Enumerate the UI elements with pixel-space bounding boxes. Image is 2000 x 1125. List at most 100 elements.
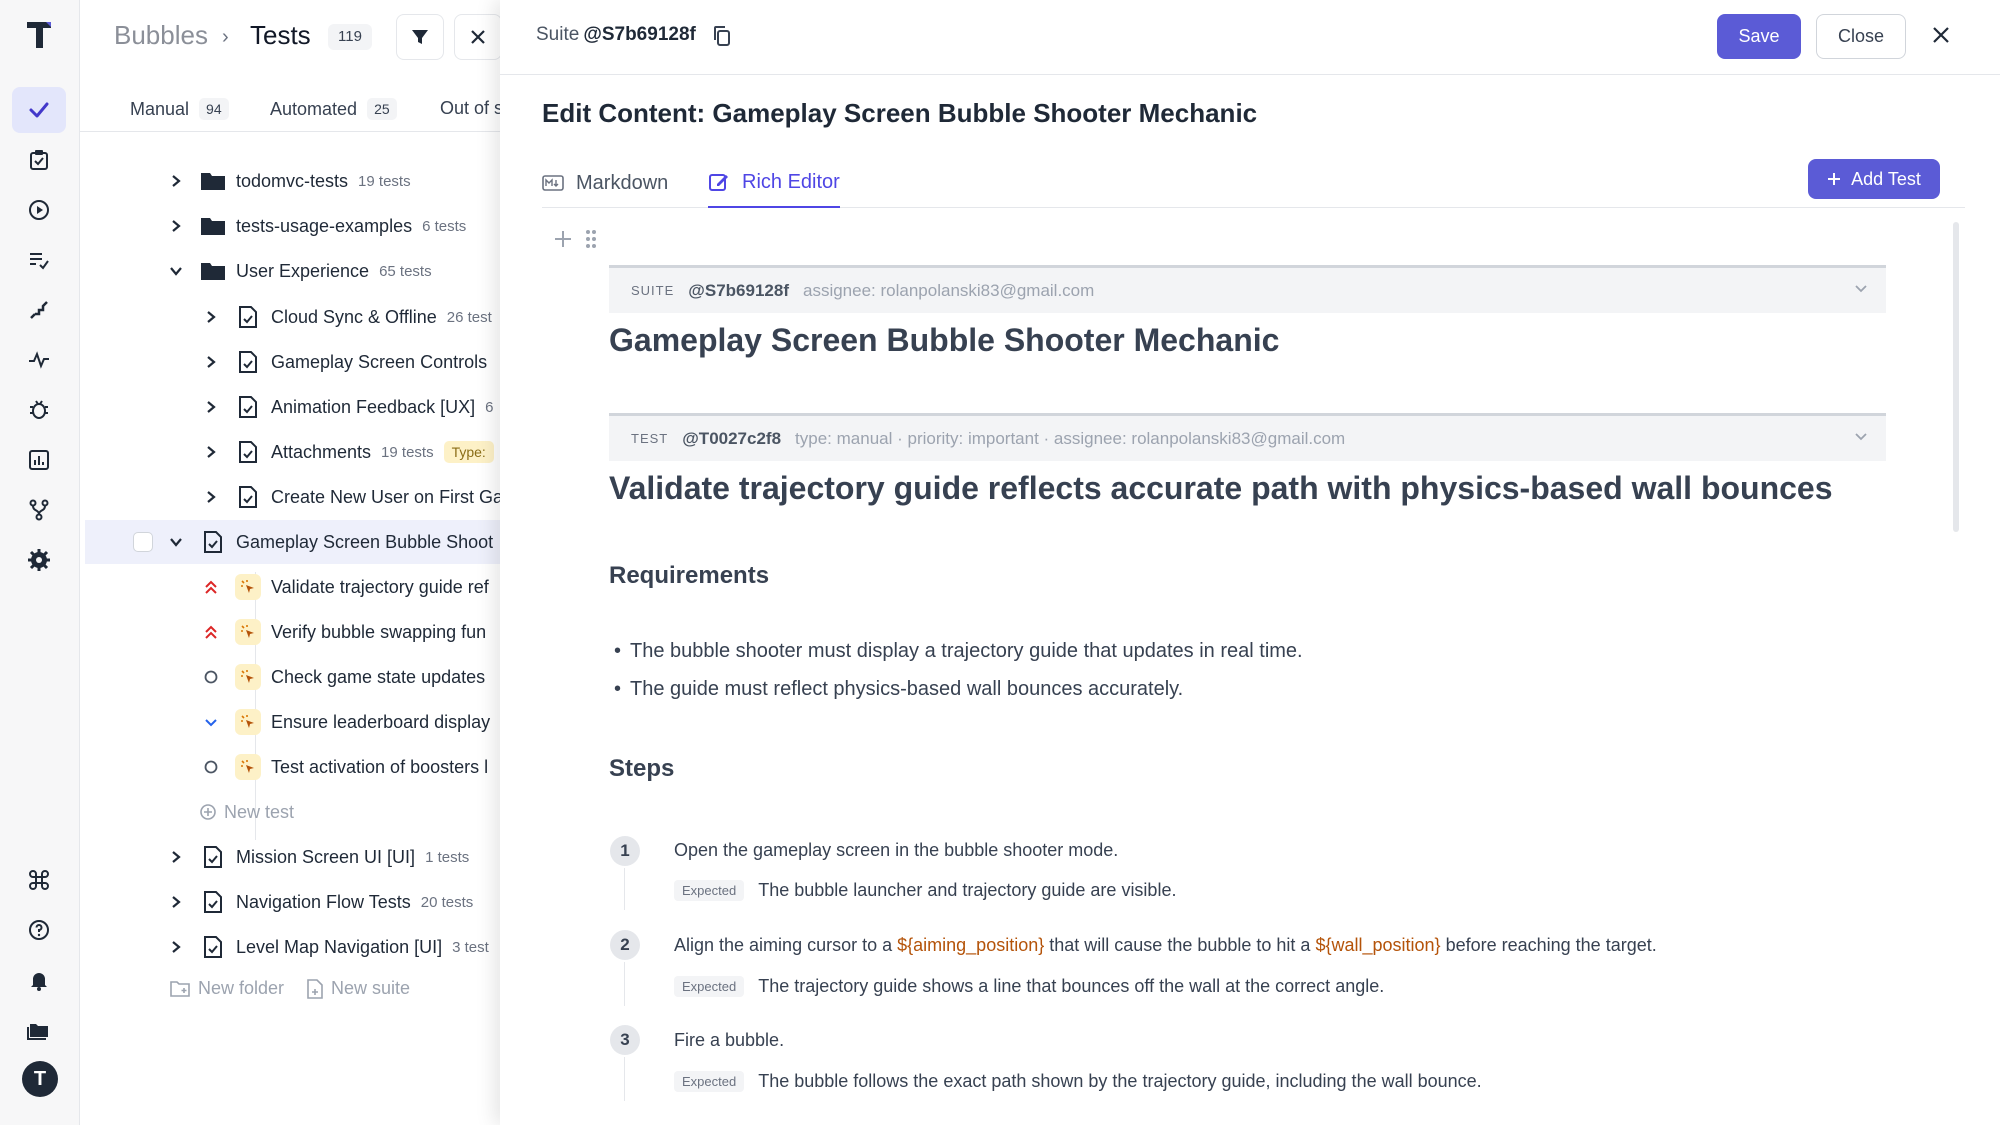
- variable-token[interactable]: ${aiming_position}: [897, 935, 1044, 955]
- step-text[interactable]: Align the aiming cursor to a ${aiming_po…: [674, 935, 1657, 956]
- tests-nav-check-icon[interactable]: [12, 87, 66, 133]
- suite-heading[interactable]: Gameplay Screen Bubble Shooter Mechanic: [609, 322, 1279, 359]
- steps-icon[interactable]: [12, 287, 66, 333]
- tree-folder-row[interactable]: User Experience 65 tests: [80, 249, 500, 293]
- requirements-heading[interactable]: Requirements: [609, 562, 769, 590]
- tab-rich-editor[interactable]: Rich Editor: [708, 164, 840, 208]
- chevron-down-icon[interactable]: [166, 261, 186, 281]
- editor-title: Edit Content: Gameplay Screen Bubble Sho…: [542, 98, 1258, 128]
- expected-result[interactable]: Expected The bubble launcher and traject…: [674, 880, 1176, 901]
- tree-suite-row[interactable]: Gameplay Screen Controls: [80, 340, 500, 384]
- tab-markdown-label: Markdown: [576, 171, 669, 194]
- list-check-icon[interactable]: [12, 237, 66, 283]
- new-test-button[interactable]: New test: [80, 790, 500, 834]
- expected-tag: Expected: [674, 1071, 745, 1092]
- tree-test-row[interactable]: Ensure leaderboard display: [80, 700, 500, 744]
- tree-suite-row[interactable]: Navigation Flow Tests 20 tests: [80, 880, 500, 924]
- suite-file-icon: [235, 484, 261, 510]
- add-block-icon[interactable]: [552, 228, 574, 250]
- testomat-logo[interactable]: [24, 18, 56, 50]
- chevron-right-icon[interactable]: [166, 216, 186, 236]
- editor-scrollbar[interactable]: [1953, 222, 1959, 532]
- tree-test-row[interactable]: Check game state updates: [80, 655, 500, 699]
- bell-icon[interactable]: [12, 957, 66, 1003]
- steps-heading[interactable]: Steps: [609, 755, 674, 783]
- tree-item-count: 26 test: [446, 308, 492, 326]
- requirement-item[interactable]: The bubble shooter must display a trajec…: [614, 640, 1303, 663]
- clear-filter-button[interactable]: [454, 14, 500, 60]
- pulse-icon[interactable]: [12, 337, 66, 383]
- gear-icon[interactable]: [12, 537, 66, 583]
- close-icon[interactable]: [1930, 24, 1952, 46]
- chevron-right-icon[interactable]: [166, 892, 186, 912]
- tab-automated[interactable]: Automated 25: [270, 98, 397, 120]
- tab-markdown[interactable]: Markdown: [542, 164, 668, 202]
- chevron-down-icon[interactable]: [1854, 284, 1868, 294]
- add-test-button[interactable]: Add Test: [1808, 159, 1940, 199]
- manual-test-icon: [235, 754, 261, 780]
- bug-icon[interactable]: [12, 387, 66, 433]
- folders-icon[interactable]: [12, 1007, 66, 1053]
- chevron-right-icon[interactable]: [201, 442, 221, 462]
- close-button[interactable]: Close: [1816, 14, 1906, 59]
- suite-meta-info: assignee: rolanpolanski83@gmail.com: [803, 280, 1095, 300]
- new-folder-button[interactable]: New folder: [170, 978, 284, 999]
- tree-suite-row[interactable]: Cloud Sync & Offline 26 test: [80, 295, 500, 339]
- chevron-right-icon[interactable]: [166, 937, 186, 957]
- play-circle-icon[interactable]: [12, 187, 66, 233]
- expected-result[interactable]: Expected The trajectory guide shows a li…: [674, 976, 1384, 997]
- help-icon[interactable]: [12, 907, 66, 953]
- tree-suite-row[interactable]: Animation Feedback [UX] 6: [80, 385, 500, 429]
- tree-suite-row-selected[interactable]: Gameplay Screen Bubble Shoot: [85, 520, 500, 564]
- breadcrumb-project[interactable]: Bubbles: [114, 20, 208, 51]
- tree-folder-row[interactable]: todomvc-tests 19 tests: [80, 159, 500, 203]
- avatar[interactable]: T: [22, 1061, 58, 1097]
- drag-handle-icon[interactable]: [584, 228, 598, 250]
- tree-suite-row[interactable]: Level Map Navigation [UI] 3 test: [80, 925, 500, 969]
- tree-item-label: User Experience: [236, 260, 370, 281]
- tree-item-label: Attachments: [271, 441, 372, 462]
- new-test-label: New test: [224, 801, 295, 822]
- suite-file-icon: [235, 439, 261, 465]
- step-connector: [624, 962, 625, 1006]
- step-text[interactable]: Fire a bubble.: [674, 1030, 784, 1051]
- filter-button[interactable]: [396, 14, 444, 60]
- expected-result[interactable]: Expected The bubble follows the exact pa…: [674, 1071, 1482, 1092]
- chevron-right-icon[interactable]: [201, 352, 221, 372]
- tree-folder-row[interactable]: tests-usage-examples 6 tests: [80, 204, 500, 248]
- command-icon[interactable]: [12, 857, 66, 903]
- test-heading[interactable]: Validate trajectory guide reflects accur…: [609, 470, 1833, 507]
- icon-rail: T: [0, 0, 80, 1125]
- test-meta-bar[interactable]: TEST @T0027c2f8 type: manual · priority:…: [609, 413, 1886, 461]
- suite-meta-bar[interactable]: SUITE @S7b69128f assignee: rolanpolanski…: [609, 265, 1886, 313]
- copy-icon[interactable]: [712, 25, 732, 47]
- tree-suite-row[interactable]: Mission Screen UI [UI] 1 tests: [80, 835, 500, 879]
- clipboard-check-icon[interactable]: [12, 137, 66, 183]
- chevron-right-icon[interactable]: [166, 847, 186, 867]
- tree-suite-row[interactable]: Create New User on First Ga: [80, 475, 500, 519]
- manual-test-icon: [235, 619, 261, 645]
- variable-token[interactable]: ${wall_position}: [1315, 935, 1440, 955]
- tree-test-row[interactable]: Test activation of boosters l: [80, 745, 500, 789]
- save-button[interactable]: Save: [1717, 14, 1801, 59]
- tab-out-of-sync[interactable]: Out of s: [440, 98, 500, 119]
- step-text[interactable]: Open the gameplay screen in the bubble s…: [674, 840, 1118, 861]
- tree-suite-row[interactable]: Attachments 19 tests Type:: [80, 430, 500, 474]
- branch-icon[interactable]: [12, 487, 66, 533]
- suite-file-icon: [235, 304, 261, 330]
- bar-chart-icon[interactable]: [12, 437, 66, 483]
- chevron-down-icon[interactable]: [1854, 432, 1868, 442]
- new-suite-button[interactable]: New suite: [307, 978, 410, 999]
- tab-manual[interactable]: Manual 94: [130, 98, 229, 120]
- select-checkbox[interactable]: [133, 532, 153, 552]
- filter-icon: [412, 30, 428, 44]
- chevron-right-icon[interactable]: [166, 171, 186, 191]
- chevron-right-icon[interactable]: [201, 397, 221, 417]
- chevron-down-icon[interactable]: [166, 532, 186, 552]
- chevron-right-icon[interactable]: [201, 487, 221, 507]
- requirement-item[interactable]: The guide must reflect physics-based wal…: [614, 678, 1183, 701]
- tree-test-row[interactable]: Validate trajectory guide ref: [80, 565, 500, 609]
- tree-test-row[interactable]: Verify bubble swapping fun: [80, 610, 500, 654]
- tree-item-label: Verify bubble swapping fun: [271, 621, 487, 642]
- chevron-right-icon[interactable]: [201, 307, 221, 327]
